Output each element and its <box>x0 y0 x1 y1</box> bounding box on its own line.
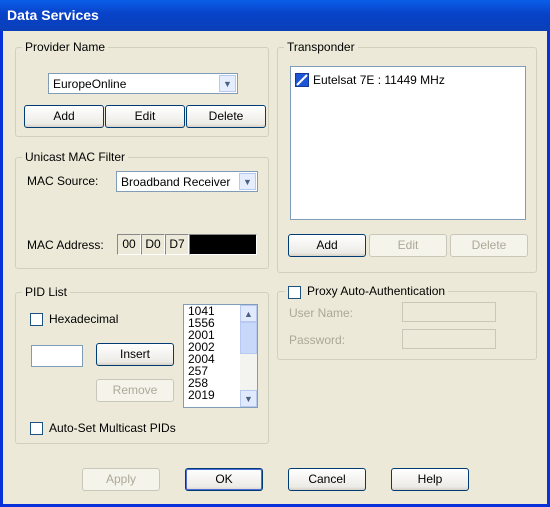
hexadecimal-checkbox[interactable] <box>30 313 43 326</box>
pid-input[interactable] <box>31 345 83 367</box>
mac-source-label: MAC Source: <box>27 174 99 188</box>
mac-source-value: Broadband Receiver <box>121 175 231 189</box>
pid-list-group: PID List Hexadecimal Insert Remove 1041 … <box>15 285 269 444</box>
cancel-button[interactable]: Cancel <box>288 468 366 491</box>
scroll-thumb[interactable] <box>240 322 257 354</box>
proxy-label: Proxy Auto-Authentication <box>304 284 449 298</box>
transponder-group: Transponder Eutelsat 7E : 11449 MHz Add … <box>277 40 537 273</box>
pid-list-scrollbar[interactable]: ▲ ▼ <box>240 305 257 407</box>
hexadecimal-label: Hexadecimal <box>49 312 119 326</box>
transponder-edit-button[interactable]: Edit <box>369 234 447 257</box>
scroll-down-icon[interactable]: ▼ <box>240 390 257 407</box>
chevron-down-icon[interactable]: ▼ <box>219 75 236 92</box>
auto-multicast-label: Auto-Set Multicast PIDs <box>49 421 176 435</box>
provider-edit-button[interactable]: Edit <box>105 105 185 128</box>
pid-list-legend: PID List <box>22 285 71 299</box>
remove-button[interactable]: Remove <box>96 379 174 402</box>
unicast-mac-filter-group: Unicast MAC Filter MAC Source: Broadband… <box>15 150 269 269</box>
transponder-delete-button[interactable]: Delete <box>450 234 528 257</box>
password-label: Password: <box>289 333 346 347</box>
provider-name-legend: Provider Name <box>22 40 109 54</box>
provider-select-value: EuropeOnline <box>53 77 127 91</box>
provider-select[interactable]: EuropeOnline ▼ <box>48 73 238 94</box>
transponder-item-label: Eutelsat 7E : 11449 MHz <box>313 73 445 87</box>
user-name-field[interactable] <box>402 302 496 322</box>
mac-octet-2: D0 <box>141 234 165 255</box>
scroll-up-icon[interactable]: ▲ <box>240 305 257 322</box>
satellite-icon <box>295 73 309 87</box>
provider-add-button[interactable]: Add <box>24 105 104 128</box>
proxy-checkbox[interactable] <box>285 283 304 302</box>
help-button[interactable]: Help <box>391 468 469 491</box>
title-bar: Data Services <box>0 0 550 31</box>
transponder-legend: Transponder <box>284 40 358 54</box>
mac-address-label: MAC Address: <box>27 238 104 252</box>
mac-octet-1: 00 <box>117 234 141 255</box>
auto-multicast-checkbox[interactable] <box>30 422 43 435</box>
apply-button[interactable]: Apply <box>82 468 160 491</box>
chevron-down-icon[interactable]: ▼ <box>239 173 256 190</box>
pid-listbox[interactable]: 1041 1556 2001 2002 2004 257 258 2019 ▲ … <box>183 304 258 408</box>
ok-button[interactable]: OK <box>185 468 263 491</box>
provider-delete-button[interactable]: Delete <box>186 105 266 128</box>
provider-name-group: Provider Name EuropeOnline ▼ Add Edit De… <box>15 40 269 137</box>
mac-filter-legend: Unicast MAC Filter <box>22 150 129 164</box>
mac-octets-redacted <box>189 234 257 255</box>
mac-source-select[interactable]: Broadband Receiver ▼ <box>116 171 258 192</box>
mac-octet-3: D7 <box>165 234 189 255</box>
data-services-dialog: Data Services Provider Name EuropeOnline… <box>0 0 550 507</box>
insert-button[interactable]: Insert <box>96 343 174 366</box>
transponder-add-button[interactable]: Add <box>288 234 366 257</box>
transponder-listbox[interactable]: Eutelsat 7E : 11449 MHz <box>290 66 526 220</box>
password-field[interactable] <box>402 329 496 349</box>
user-name-label: User Name: <box>289 306 354 320</box>
proxy-group: Proxy Auto-Authentication User Name: Pas… <box>277 283 537 360</box>
